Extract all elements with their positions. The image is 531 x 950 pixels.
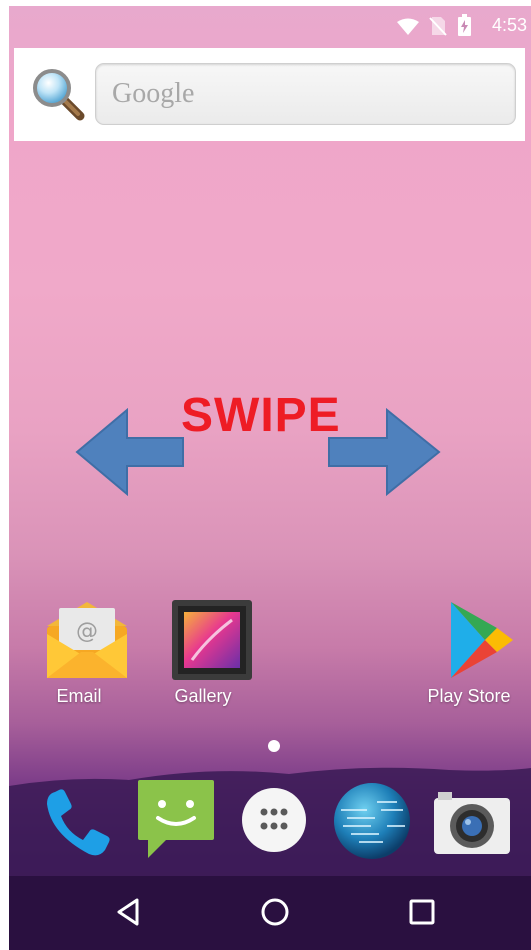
no-sim-icon [429, 17, 447, 36]
app-email[interactable]: @ Email [19, 598, 139, 706]
status-bar: 4:53 [9, 6, 531, 48]
status-time: 4:53 [491, 15, 527, 35]
home-icon[interactable] [259, 896, 291, 928]
recents-icon[interactable] [407, 896, 437, 928]
swipe-label: SWIPE [181, 389, 341, 442]
svg-text:@: @ [76, 619, 98, 644]
arrow-right-icon [328, 408, 441, 496]
phone-icon[interactable] [41, 786, 115, 860]
arrow-left-icon [75, 408, 184, 496]
battery-charging-icon [458, 14, 471, 36]
email-icon: @ [47, 602, 127, 678]
app-label-play-store: Play Store [427, 686, 511, 706]
messaging-icon[interactable] [136, 778, 216, 860]
gallery-icon [172, 600, 252, 680]
wifi-icon [397, 18, 419, 35]
all-apps-icon[interactable] [240, 786, 308, 854]
browser-globe-icon[interactable] [331, 780, 413, 862]
search-input[interactable]: Google [95, 63, 516, 125]
navigation-bar [9, 876, 531, 950]
back-icon[interactable] [113, 896, 143, 928]
search-placeholder: Google [112, 78, 195, 109]
app-play-store[interactable]: Play Store [409, 598, 529, 706]
play-store-icon [451, 602, 513, 678]
magnifier-icon[interactable] [30, 66, 86, 122]
home-screen: 4:53 Google SWIPE @ Email Gallery Play S… [9, 6, 531, 950]
google-search-widget[interactable]: Google [14, 48, 525, 141]
app-gallery[interactable]: Gallery [143, 598, 263, 706]
app-label-email: Email [56, 686, 102, 706]
app-label-gallery: Gallery [174, 686, 232, 706]
camera-icon[interactable] [432, 788, 512, 856]
